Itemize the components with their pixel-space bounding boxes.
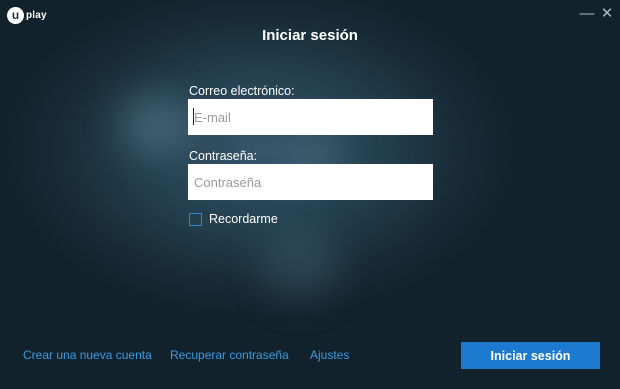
remember-me-label: Recordarme [209,212,278,226]
create-account-link[interactable]: Crear una nueva cuenta [23,348,152,362]
remember-me-checkbox[interactable] [189,212,202,226]
remember-me-toggle[interactable]: Recordarme [189,212,278,226]
uplay-logo: u play [7,7,47,24]
password-label: Contraseña: [189,149,258,163]
email-label: Correo electrónico: [189,84,295,98]
login-button[interactable]: Iniciar sesión [461,342,600,369]
background-glow [260,230,340,300]
email-field[interactable] [188,99,433,135]
uplay-logo-icon: u [7,7,24,24]
password-field[interactable] [188,164,433,200]
uplay-logo-text: play [26,10,47,21]
text-cursor [193,108,194,125]
background-glow [120,95,190,155]
login-window: u play — ✕ Iniciar sesión Correo electró… [0,0,620,389]
recover-password-link[interactable]: Recuperar contraseña [170,348,289,362]
minimize-icon[interactable]: — [578,5,596,23]
page-title: Iniciar sesión [262,27,358,44]
close-icon[interactable]: ✕ [598,5,616,23]
settings-link[interactable]: Ajustes [310,348,349,362]
